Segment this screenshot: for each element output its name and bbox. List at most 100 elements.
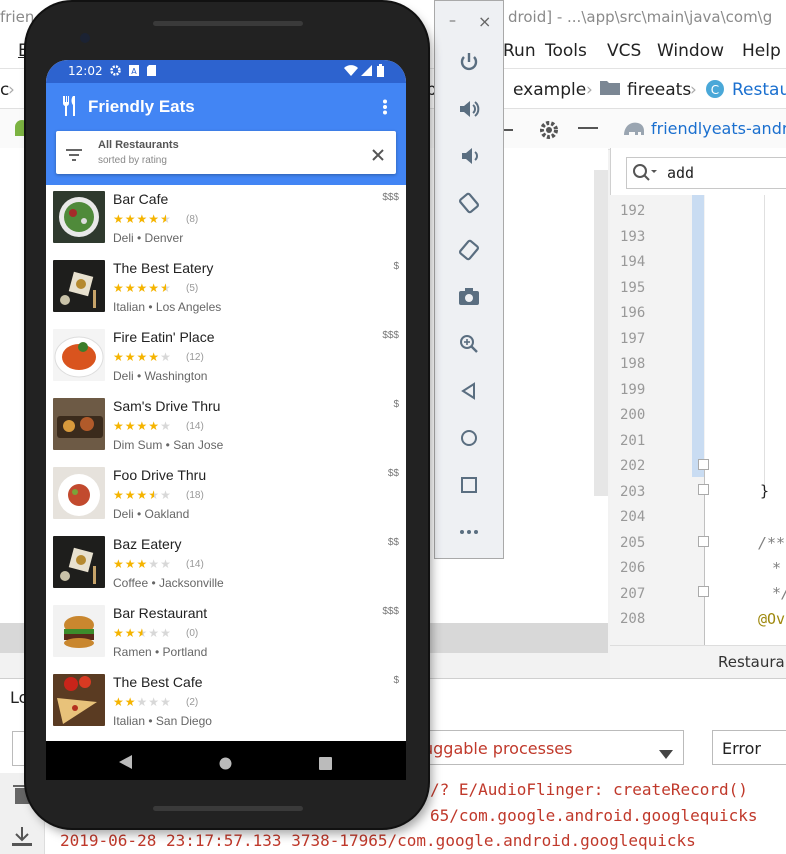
status-time: 12:02 bbox=[68, 64, 103, 78]
nav-home-icon[interactable] bbox=[219, 755, 232, 774]
gear-icon[interactable] bbox=[538, 119, 560, 145]
editor-tab-bar: Restaura bbox=[610, 645, 786, 679]
restaurant-item[interactable]: The Best Eatery ★★★★★ (5) Italian • Los Ang… bbox=[46, 256, 406, 325]
restaurant-list[interactable]: Bar Cafe ★★★★★ (8) Deli • Denver $$$ The Best… bbox=[46, 187, 406, 741]
restaurant-meta: Deli • Denver bbox=[113, 231, 184, 245]
star-icon: ★ bbox=[124, 281, 137, 295]
restaurant-item[interactable]: Bar Restaurant ★★★★★ (0) Ramen • Portland $$… bbox=[46, 601, 406, 670]
star-icon: ★ bbox=[148, 695, 161, 709]
review-count: (8) bbox=[186, 214, 199, 225]
menu-run[interactable]: Run bbox=[503, 41, 536, 61]
restaurant-meta: Italian • San Diego bbox=[113, 714, 212, 728]
class-icon: C bbox=[705, 79, 725, 104]
nav-overview-icon[interactable] bbox=[319, 755, 332, 774]
code-area[interactable] bbox=[705, 195, 786, 645]
indent-guide bbox=[764, 195, 765, 485]
star-icon: ★ bbox=[113, 212, 125, 226]
breadcrumb-item-fireeats[interactable]: fireeats bbox=[627, 80, 691, 100]
restaurant-item[interactable]: The Best Cafe ★★★★★ (2) Italian • San Diego… bbox=[46, 670, 406, 739]
minimize-button[interactable]: – bbox=[449, 13, 456, 29]
rating-stars: ★★★★★ bbox=[113, 626, 172, 640]
line-number: 201 bbox=[620, 432, 646, 449]
overflow-menu-icon[interactable] bbox=[382, 99, 388, 119]
breadcrumb-item-example[interactable]: example bbox=[513, 80, 586, 100]
signal-icon bbox=[361, 65, 372, 79]
restaurant-name: Bar Cafe bbox=[113, 191, 169, 207]
editor-tab[interactable]: Restaura bbox=[718, 653, 785, 671]
rotate-right-icon[interactable] bbox=[455, 236, 483, 264]
line-number: 193 bbox=[620, 228, 646, 245]
fold-icon[interactable] bbox=[698, 484, 709, 495]
log-level-dropdown[interactable]: Error bbox=[712, 730, 786, 765]
editor-search-input[interactable]: add bbox=[667, 164, 694, 182]
close-button[interactable]: × bbox=[478, 12, 491, 31]
breadcrumb-item-restaurant[interactable]: Restau bbox=[732, 80, 786, 100]
code-line-206: * bbox=[772, 559, 782, 577]
search-icon bbox=[632, 163, 658, 187]
front-camera-icon bbox=[80, 33, 90, 43]
star-icon: ★ bbox=[136, 626, 149, 640]
restaurant-item[interactable]: Fire Eatin' Place ★★★★★ (12) Deli • Washing… bbox=[46, 325, 406, 394]
filter-icon bbox=[66, 146, 82, 165]
log-line[interactable]: 2019-06-28 23:17:57.133 3738-17965/com.g… bbox=[60, 831, 696, 850]
nav-bar bbox=[46, 741, 406, 780]
speaker-grille bbox=[153, 21, 303, 26]
restaurant-name: Bar Restaurant bbox=[113, 605, 208, 621]
restaurant-item[interactable]: Bar Cafe ★★★★★ (8) Deli • Denver $$$ bbox=[46, 187, 406, 256]
more-icon[interactable] bbox=[455, 518, 483, 546]
scroll-to-end-icon[interactable] bbox=[10, 825, 34, 851]
menu-tools[interactable]: Tools bbox=[545, 41, 587, 61]
line-number: 202 bbox=[620, 458, 646, 474]
restaurant-photo bbox=[53, 191, 105, 243]
review-count: (0) bbox=[186, 628, 199, 639]
back-icon[interactable] bbox=[455, 377, 483, 405]
breadcrumb-separator-icon: › bbox=[586, 80, 593, 100]
log-line[interactable]: 65/com.google.android.googlequicks bbox=[430, 806, 758, 825]
clear-filter-icon[interactable] bbox=[372, 146, 384, 165]
menu-help[interactable]: Help bbox=[742, 41, 781, 61]
volume-down-icon[interactable] bbox=[455, 142, 483, 170]
fold-icon[interactable] bbox=[698, 586, 709, 597]
overview-icon[interactable] bbox=[455, 471, 483, 499]
menu-window[interactable]: Window bbox=[657, 41, 724, 61]
price-level: $ bbox=[393, 675, 399, 686]
hide-icon[interactable] bbox=[578, 127, 598, 129]
restaurant-item[interactable]: Foo Drive Thru ★★★★★ (18) Deli • Oakland $$ bbox=[46, 463, 406, 532]
review-count: (5) bbox=[186, 283, 199, 294]
restaurant-item[interactable]: Baz Eatery ★★★★★ (14) Coffee • Jacksonville… bbox=[46, 532, 406, 601]
line-number: 206 bbox=[620, 560, 646, 576]
price-level: $$$ bbox=[382, 192, 399, 203]
editor-search-box[interactable]: add bbox=[626, 157, 786, 189]
nav-back-icon[interactable] bbox=[119, 754, 133, 773]
emulator-toolbar: – × bbox=[434, 0, 504, 559]
rotate-left-icon[interactable] bbox=[455, 189, 483, 217]
volume-up-icon[interactable] bbox=[455, 95, 483, 123]
review-count: (14) bbox=[186, 559, 204, 570]
restaurant-name: Sam's Drive Thru bbox=[113, 398, 221, 414]
restaurant-name: The Best Eatery bbox=[113, 260, 214, 276]
review-count: (2) bbox=[186, 697, 199, 708]
star-icon: ★ bbox=[113, 350, 125, 364]
restaurant-item[interactable]: Sam's Drive Thru ★★★★★ (14) Dim Sum • San J… bbox=[46, 394, 406, 463]
line-number: 203 bbox=[620, 483, 646, 500]
star-icon: ★ bbox=[160, 419, 172, 433]
star-icon: ★ bbox=[136, 350, 149, 364]
fold-icon[interactable] bbox=[698, 536, 709, 547]
zoom-icon[interactable] bbox=[455, 330, 483, 358]
filter-bar[interactable]: All Restaurants sorted by rating bbox=[56, 131, 396, 174]
project-tab[interactable]: friendlyeats-andr bbox=[651, 119, 786, 138]
menu-vcs[interactable]: VCS bbox=[607, 41, 641, 61]
restaurant-meta: Coffee • Jacksonville bbox=[113, 576, 224, 590]
log-line[interactable]: /? E/AudioFlinger: createRecord() bbox=[430, 780, 748, 799]
line-number: 207 bbox=[620, 585, 646, 602]
home-icon[interactable] bbox=[455, 424, 483, 452]
power-icon[interactable] bbox=[455, 48, 483, 76]
camera-icon[interactable] bbox=[455, 283, 483, 311]
process-filter-dropdown[interactable]: uggable processes bbox=[420, 730, 684, 765]
panel-scrollbar[interactable] bbox=[594, 170, 608, 496]
star-icon: ★ bbox=[124, 626, 137, 640]
restaurant-photo bbox=[53, 674, 105, 726]
fold-icon[interactable] bbox=[698, 459, 709, 470]
storage-status-icon bbox=[147, 65, 156, 79]
line-number: 199 bbox=[620, 381, 646, 398]
